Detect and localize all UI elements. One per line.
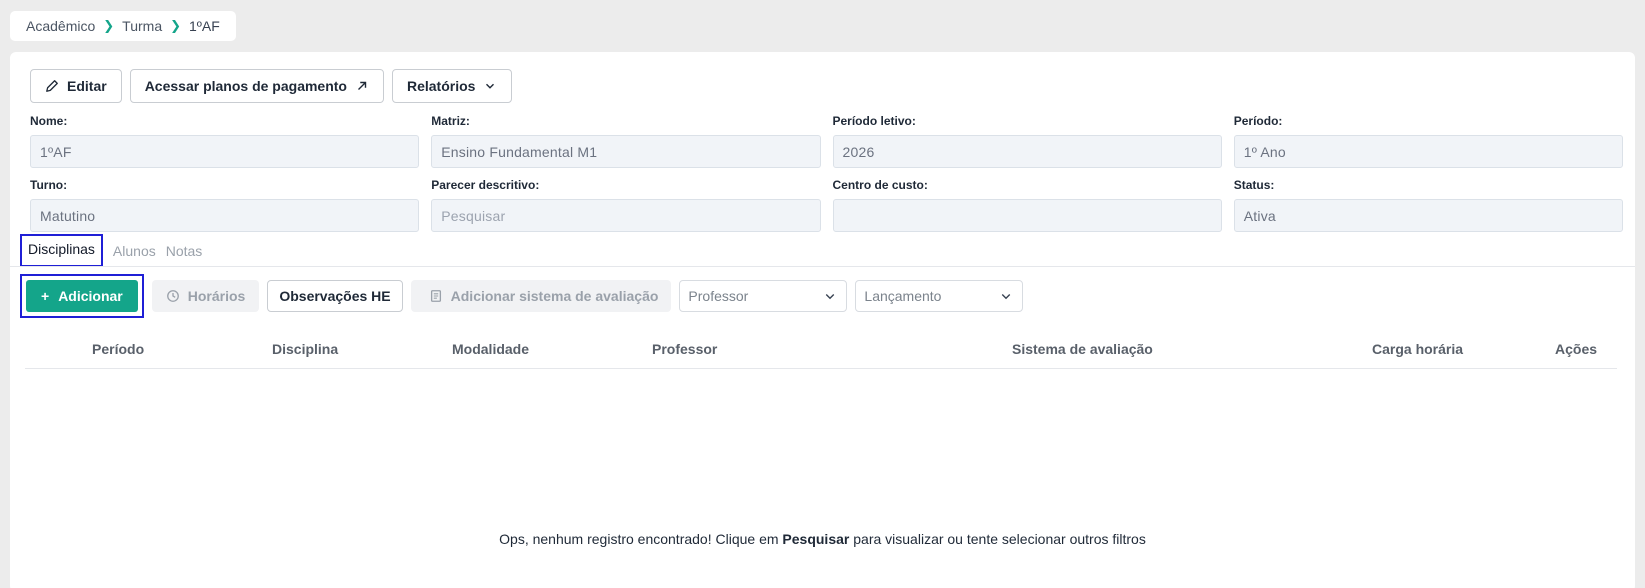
breadcrumb-item-current: 1ºAF: [189, 18, 220, 34]
field-periodo-letivo: Período letivo: 2026: [832, 114, 1222, 168]
document-icon: [430, 290, 441, 302]
tab-alunos[interactable]: Alunos: [113, 237, 156, 265]
tabs: Disciplinas Alunos Notas: [20, 234, 202, 267]
field-parecer-label: Parecer descritivo:: [431, 178, 540, 192]
turno-input[interactable]: Matutino: [30, 199, 420, 232]
field-parecer: Parecer descritivo: Pesquisar: [431, 178, 821, 232]
arrow-up-right-icon: [357, 81, 367, 90]
status-input[interactable]: Ativa: [1233, 199, 1623, 232]
centro-custo-input[interactable]: [832, 199, 1222, 232]
column-acoes: Ações: [1555, 341, 1598, 357]
payment-plans-button[interactable]: Acessar planos de pagamento: [129, 69, 384, 103]
clock-icon: [166, 290, 179, 302]
column-professor[interactable]: Professor: [652, 341, 717, 357]
periodo-input[interactable]: 1º Ano: [1233, 135, 1623, 168]
reports-button-label: Relatórios: [406, 78, 476, 94]
field-matriz-label: Matriz:: [431, 114, 470, 128]
field-centro-custo-label: Centro de custo:: [832, 178, 928, 192]
professor-select[interactable]: Professor: [679, 280, 848, 312]
field-turno-label: Turno:: [30, 178, 68, 192]
payment-plans-button-label: Acessar planos de pagamento: [144, 78, 347, 94]
periodo-letivo-input[interactable]: 2026: [832, 135, 1222, 168]
toolbar: Editar Acessar planos de pagamento Relat…: [30, 69, 513, 103]
class-detail-card: Editar Acessar planos de pagamento Relat…: [10, 52, 1635, 588]
field-nome: Nome: 1ºAF: [30, 114, 420, 168]
breadcrumb-item-academico[interactable]: Acadêmico: [26, 18, 95, 34]
field-turno: Turno: Matutino: [30, 178, 420, 232]
field-status-label: Status:: [1233, 178, 1275, 192]
plus-icon: +: [41, 288, 50, 304]
discipline-actions: + Adicionar Horários Observações HE Adic…: [20, 274, 1024, 318]
breadcrumb-item-turma[interactable]: Turma: [122, 18, 162, 34]
field-matriz: Matriz: Ensino Fundamental M1: [431, 114, 821, 168]
tabs-divider: [10, 266, 1635, 267]
chevron-down-icon: [486, 83, 495, 89]
schedules-button-label: Horários: [187, 288, 246, 304]
chevron-right-icon: ❯: [103, 18, 115, 33]
field-periodo-letivo-label: Período letivo:: [832, 114, 916, 128]
field-periodo: Período: 1º Ano: [1233, 114, 1623, 168]
lancamento-select[interactable]: Lançamento: [855, 280, 1024, 312]
professor-select-placeholder: Professor: [688, 288, 749, 304]
schedules-button[interactable]: Horários: [151, 280, 260, 312]
empty-state-message: Ops, nenhum registro encontrado! Clique …: [10, 531, 1635, 547]
class-fields: Nome: 1ºAF Matriz: Ensino Fundamental M1…: [30, 114, 1623, 232]
field-centro-custo: Centro de custo:: [832, 178, 1222, 232]
breadcrumb: Acadêmico ❯ Turma ❯ 1ºAF: [10, 11, 236, 41]
parecer-search-input[interactable]: Pesquisar: [431, 199, 821, 232]
matriz-input[interactable]: Ensino Fundamental M1: [431, 135, 821, 168]
tab-notas[interactable]: Notas: [166, 237, 203, 265]
tab-disciplinas[interactable]: Disciplinas: [20, 234, 103, 267]
column-modalidade[interactable]: Modalidade: [452, 341, 529, 357]
empty-state-text-after: para visualizar ou tente selecionar outr…: [849, 531, 1146, 547]
nome-input[interactable]: 1ºAF: [30, 135, 420, 168]
observations-button[interactable]: Observações HE: [267, 280, 403, 312]
column-periodo[interactable]: Período: [92, 341, 144, 357]
add-button[interactable]: + Adicionar: [26, 280, 138, 312]
empty-state-text-before: Ops, nenhum registro encontrado! Clique …: [499, 531, 783, 547]
pencil-icon: [46, 80, 58, 92]
add-button-highlight: + Adicionar: [20, 274, 144, 318]
add-eval-system-button[interactable]: Adicionar sistema de avaliação: [410, 280, 672, 312]
lancamento-select-placeholder: Lançamento: [864, 288, 942, 304]
column-disciplina[interactable]: Disciplina: [272, 341, 338, 357]
add-eval-system-button-label: Adicionar sistema de avaliação: [450, 288, 659, 304]
column-carga-horaria[interactable]: Carga horária: [1372, 341, 1463, 357]
edit-button[interactable]: Editar: [30, 69, 122, 103]
field-periodo-label: Período:: [1233, 114, 1283, 128]
table-header: Período Disciplina Modalidade Professor …: [25, 327, 1617, 369]
add-button-label: Adicionar: [58, 288, 123, 304]
chevron-down-icon: [826, 294, 835, 300]
column-sistema-avaliacao[interactable]: Sistema de avaliação: [1012, 341, 1153, 357]
field-status: Status: Ativa: [1233, 178, 1623, 232]
field-nome-label: Nome:: [30, 114, 68, 128]
reports-dropdown-button[interactable]: Relatórios: [391, 69, 513, 103]
chevron-right-icon: ❯: [170, 18, 182, 33]
edit-button-label: Editar: [67, 78, 107, 94]
chevron-down-icon: [1002, 294, 1011, 300]
empty-state-search-word: Pesquisar: [782, 531, 850, 547]
